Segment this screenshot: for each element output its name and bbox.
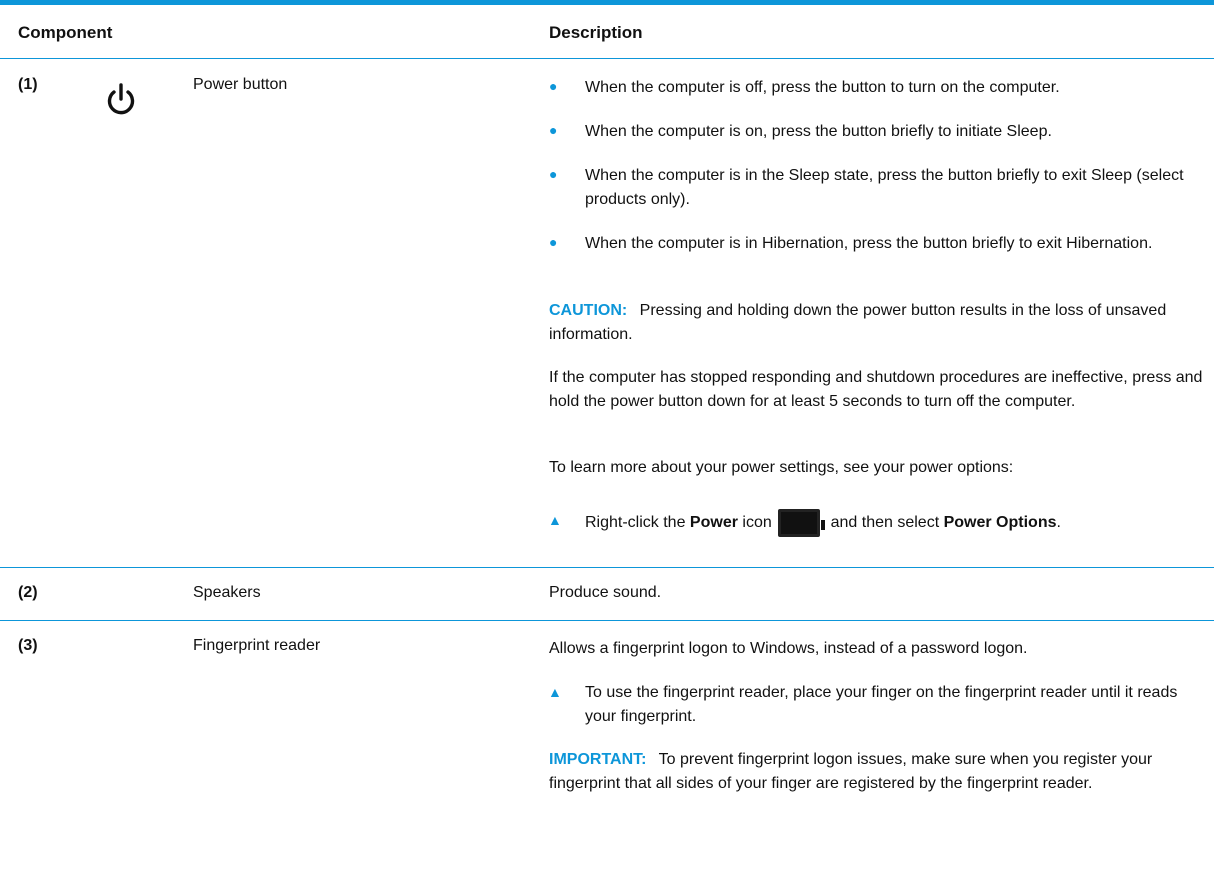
row-1-bullet: When the computer is off, press the butt… bbox=[585, 79, 1060, 96]
row-1-component-name: Power button bbox=[193, 76, 288, 93]
row-2-number: (2) bbox=[18, 584, 38, 601]
fingerprint-step: To use the fingerprint reader, place you… bbox=[585, 684, 1178, 725]
bullet-icon: ● bbox=[549, 166, 558, 182]
caution-label: CAUTION: bbox=[549, 302, 628, 319]
header-divider bbox=[0, 58, 1214, 59]
important-note: IMPORTANT: To prevent fingerprint logon … bbox=[549, 748, 1207, 796]
caution-note: CAUTION: Pressing and holding down the p… bbox=[549, 299, 1207, 347]
caution-text: Pressing and holding down the power butt… bbox=[549, 302, 1167, 343]
power-options-step: Right-click the Power icon, and then sel… bbox=[585, 509, 1207, 537]
battery-icon bbox=[777, 509, 825, 537]
row-3-number: (3) bbox=[18, 637, 38, 654]
row-1-paragraph: To learn more about your power settings,… bbox=[549, 459, 1014, 476]
row-1-paragraph: If the computer has stopped responding a… bbox=[549, 369, 1203, 410]
row-1-bullet: When the computer is in the Sleep state,… bbox=[585, 167, 1184, 208]
row-2-description: Produce sound. bbox=[549, 584, 662, 601]
row-1-bullet: When the computer is in Hibernation, pre… bbox=[585, 235, 1153, 252]
header-description: Description bbox=[549, 23, 643, 42]
step-triangle-icon: ▲ bbox=[548, 684, 562, 700]
bullet-icon: ● bbox=[549, 78, 558, 94]
row-divider bbox=[0, 620, 1214, 621]
row-3-description: Allows a fingerprint logon to Windows, i… bbox=[549, 640, 1028, 657]
step-triangle-icon: ▲ bbox=[548, 512, 562, 528]
row-3-component-name: Fingerprint reader bbox=[193, 637, 321, 654]
bullet-icon: ● bbox=[549, 122, 558, 138]
row-divider bbox=[0, 567, 1214, 568]
table-top-border bbox=[0, 0, 1214, 5]
row-1-number: (1) bbox=[18, 76, 38, 93]
row-1-bullet: When the computer is on, press the butto… bbox=[585, 123, 1052, 140]
power-icon bbox=[103, 82, 139, 118]
row-2-component-name: Speakers bbox=[193, 584, 261, 601]
bullet-icon: ● bbox=[549, 234, 558, 250]
important-label: IMPORTANT: bbox=[549, 751, 647, 768]
header-component: Component bbox=[18, 23, 113, 42]
